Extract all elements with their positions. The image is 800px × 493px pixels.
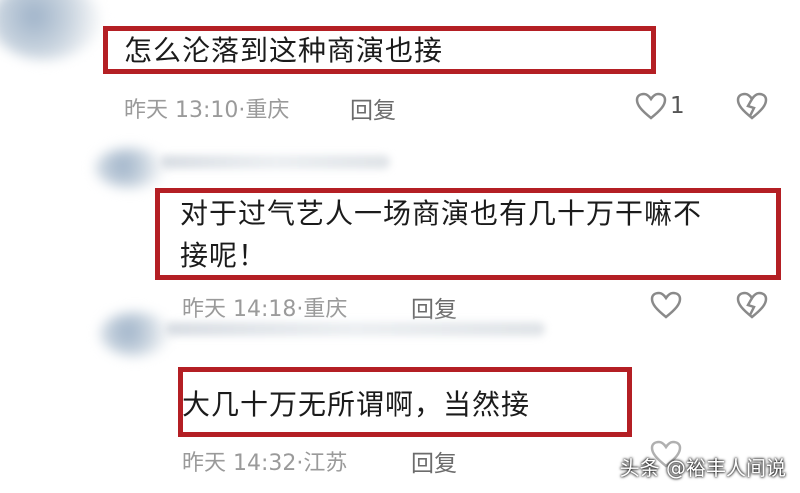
avatar[interactable] [0, 0, 100, 60]
reply-button[interactable]: 回复 [350, 91, 396, 125]
comment-text: 对于过气艺人一场商演也有几十万干嘛不 接呢！ [180, 197, 703, 272]
comment-meta: 昨天 14:32·江苏 [182, 451, 348, 476]
reply-button[interactable]: 回复 [411, 444, 457, 478]
avatar[interactable] [100, 312, 170, 356]
comment-time: 昨天 13:10 [124, 98, 239, 123]
comment-text: 大几十万无所谓啊，当然接 [182, 388, 531, 421]
comment-time: 昨天 14:18 [182, 297, 297, 322]
comment-meta: 昨天 13:10·重庆 [124, 98, 290, 123]
comment-time: 昨天 14:32 [182, 451, 297, 476]
dislike-icon[interactable] [736, 291, 768, 319]
watermark: 头条 @裕丰人间说 [619, 456, 786, 480]
like-count: 1 [670, 93, 685, 119]
heart-icon[interactable] [650, 291, 682, 319]
heart-icon[interactable] [635, 92, 667, 120]
comment-location: 重庆 [303, 297, 348, 322]
comment-location: 重庆 [245, 98, 290, 123]
reply-button[interactable]: 回复 [411, 290, 457, 324]
avatar[interactable] [95, 148, 165, 188]
username[interactable] [165, 322, 545, 336]
comment-text: 怎么沦落到这种商演也接 [124, 34, 444, 67]
comment-meta: 昨天 14:18·重庆 [182, 297, 348, 322]
comment-location: 江苏 [303, 451, 348, 476]
dislike-icon[interactable] [736, 92, 768, 120]
username[interactable] [160, 155, 390, 169]
